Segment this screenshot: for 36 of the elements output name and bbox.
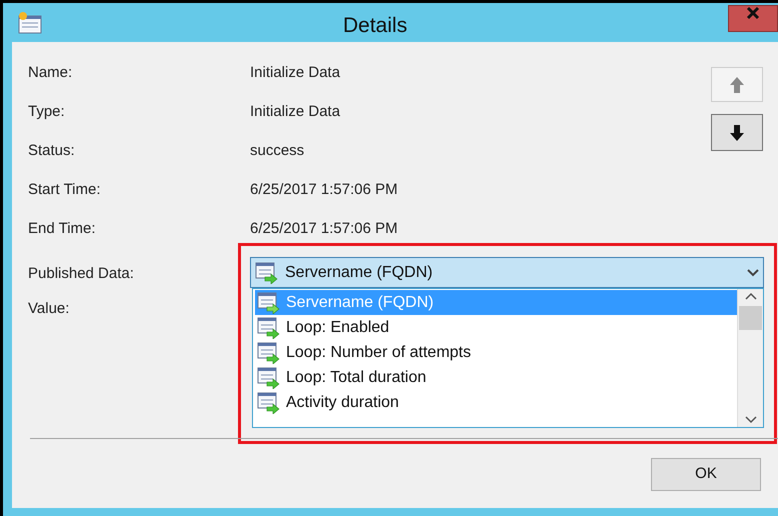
- value-label: Value:: [28, 299, 70, 319]
- chevron-down-icon: [747, 268, 759, 276]
- field-label: Name:: [28, 63, 74, 83]
- field-label: Published Data:: [28, 264, 135, 284]
- published-data-dropdown[interactable]: Servername (FQDN): [250, 257, 764, 288]
- scrollbar[interactable]: [737, 289, 763, 427]
- scroll-thumb[interactable]: [739, 306, 762, 330]
- dropdown-option[interactable]: Loop: Number of attempts: [255, 340, 737, 365]
- field-value: Initialize Data: [250, 102, 340, 122]
- arrow-down-icon: [729, 124, 745, 142]
- field-label: Start Time:: [28, 180, 102, 200]
- dropdown-option[interactable]: Activity duration: [255, 390, 737, 415]
- field-label: Type:: [28, 102, 66, 122]
- published-data-icon: [257, 342, 281, 364]
- field-value: 6/25/2017 1:57:06 PM: [250, 180, 398, 200]
- close-icon: [746, 6, 760, 20]
- ok-button[interactable]: OK: [651, 458, 761, 491]
- published-data-icon: [255, 262, 279, 284]
- window-title: Details: [343, 13, 408, 39]
- published-data-icon: [257, 366, 281, 388]
- published-data-icon: [257, 292, 281, 314]
- field-value: 6/25/2017 1:57:06 PM: [250, 219, 398, 239]
- scroll-up-icon: [744, 292, 756, 300]
- arrow-up-icon: [729, 76, 745, 94]
- field-label: Status:: [28, 141, 76, 161]
- window-table-icon: [17, 10, 43, 34]
- field-value: success: [250, 141, 304, 161]
- move-down-button[interactable]: [711, 114, 763, 151]
- dropdown-option[interactable]: Loop: Total duration: [255, 365, 737, 390]
- published-data-icon: [257, 316, 281, 338]
- published-data-icon: [257, 392, 281, 414]
- dropdown-option[interactable]: Loop: Enabled: [255, 315, 737, 340]
- close-button[interactable]: [728, 5, 778, 32]
- field-label: End Time:: [28, 219, 97, 239]
- scroll-down-icon: [744, 416, 756, 424]
- field-value: Initialize Data: [250, 63, 340, 83]
